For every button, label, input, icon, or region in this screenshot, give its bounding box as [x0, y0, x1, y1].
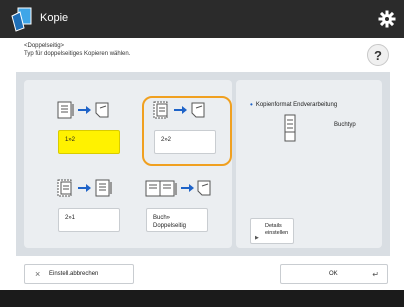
option-book-to-duplex-label-line1: Buch» [153, 215, 171, 221]
bottom-bar [0, 290, 404, 307]
option-2-to-1-label: 2»1 [65, 215, 76, 221]
cancel-settings-label: Einstell.abbrechen [49, 271, 99, 277]
finishing-format-value: Buchtyp [334, 122, 356, 128]
screen-instruction: Typ für doppelseitiges Kopieren wählen. [24, 51, 131, 57]
option-1-to-2-button[interactable]: 1»2 [58, 130, 120, 154]
option-book-to-duplex-button[interactable]: Buch» Doppelseitig [146, 208, 208, 232]
details-label-line2: einstellen [265, 230, 289, 236]
cancel-settings-button[interactable]: × Einstell.abbrechen [24, 264, 134, 284]
ok-button[interactable]: OK ↵ [280, 264, 388, 284]
close-icon: × [35, 269, 41, 279]
duplex-type-card: 1»2 2»2 2»1 Buch» Doppelseitig [24, 80, 232, 248]
option-1-to-2-label: 1»2 [65, 137, 76, 143]
finishing-format-label: • Kopienformat Endverarbeitung [250, 100, 337, 109]
two-to-one-sided-icon [57, 179, 112, 197]
one-to-two-sided-icon [57, 101, 109, 119]
finishing-format-text: Kopienformat Endverarbeitung [255, 102, 338, 108]
bullet-icon: • [250, 100, 253, 109]
enter-icon: ↵ [372, 270, 379, 279]
option-2-to-1-button[interactable]: 2»1 [58, 208, 120, 232]
triangle-icon: ▶ [255, 235, 259, 241]
details-label-line1: Details [265, 223, 282, 229]
two-to-two-sided-icon [153, 101, 205, 119]
option-2-to-2-button[interactable]: 2»2 [154, 130, 216, 154]
ok-label: OK [329, 271, 338, 277]
copy-app-icon [11, 7, 32, 32]
screen-header: <Doppelseitig> Typ für doppelseitiges Ko… [0, 38, 404, 72]
option-book-to-duplex-label-line2: Doppelseitig [153, 223, 187, 229]
book-type-icon [284, 114, 296, 142]
book-to-duplex-icon [145, 180, 211, 197]
gear-icon[interactable] [378, 10, 396, 28]
details-settings-button[interactable]: ▶ Details einstellen [250, 218, 294, 244]
screen-heading: <Doppelseitig> [24, 43, 65, 49]
finishing-format-card: • Kopienformat Endverarbeitung Buchtyp ▶ … [236, 80, 382, 248]
option-2-to-2-label: 2»2 [161, 137, 172, 143]
title-bar: Kopie [0, 0, 404, 38]
main-panel: 1»2 2»2 2»1 Buch» Doppelseitig • Kopienf… [16, 72, 390, 256]
app-title: Kopie [40, 12, 69, 24]
help-button[interactable]: ? [367, 44, 389, 66]
